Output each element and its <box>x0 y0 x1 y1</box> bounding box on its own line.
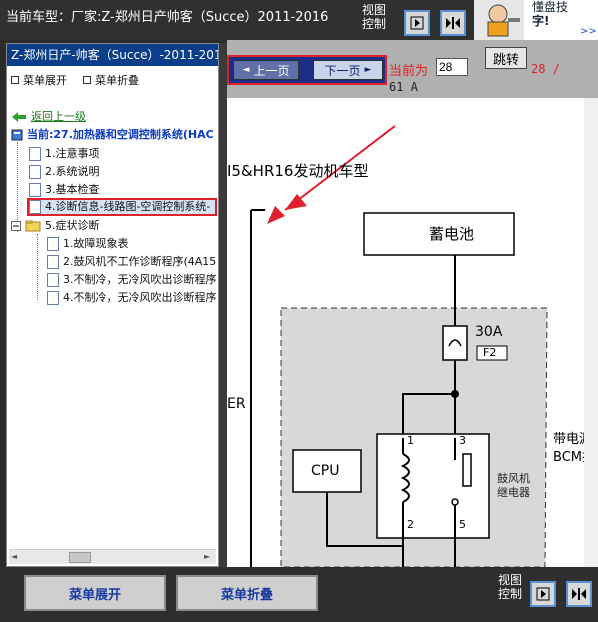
relay-pin-1: 1 <box>407 434 414 447</box>
current-section[interactable]: 当前:27.加热器和空调控制系统(HAC <box>11 126 214 144</box>
fuse-rating: 30A <box>475 324 503 340</box>
book-stack-icon <box>11 129 23 141</box>
prev-page-button[interactable]: ◄ 上一页 <box>233 60 299 80</box>
menu-expand-button[interactable]: 菜单展开 <box>24 575 166 611</box>
tree-item-label: 2.系统说明 <box>45 165 100 178</box>
fuse-id: F2 <box>483 346 497 359</box>
fuse-box <box>442 325 468 361</box>
split-arrows-icon <box>446 17 460 29</box>
next-page-label: 下一页 <box>324 63 361 78</box>
menu-collapse-link[interactable]: 菜单折叠 <box>83 72 139 88</box>
expand-icon <box>11 76 19 84</box>
document-icon <box>29 200 41 214</box>
view-single-button-bottom[interactable] <box>530 581 556 607</box>
cpu-label: CPU <box>311 463 340 479</box>
menu-collapse-label: 菜单折叠 <box>95 74 139 87</box>
current-section-label: 当前:27.加热器和空调控制系统(HAC <box>27 128 214 141</box>
engine-type-label: I5&HR16发动机车型 <box>227 162 369 180</box>
document-icon <box>47 255 59 269</box>
relay-label-2: 继电器 <box>497 486 530 499</box>
tree-folder[interactable]: 5.症状诊断 <box>11 217 100 235</box>
bottom-bar: 菜单展开 菜单折叠 视图控制 <box>0 567 598 622</box>
menu-tree-panel: Z-郑州日产-帅客（Succe）-2011-2016 菜单展开 菜单折叠 返回上… <box>6 43 219 567</box>
tree-subitem[interactable]: 1.故障现象表 <box>47 235 129 253</box>
tree-guide-line <box>37 234 39 300</box>
view-single-button[interactable] <box>404 10 430 36</box>
document-icon <box>29 165 41 179</box>
tree-item-label: 4.不制冷，无冷风吹出诊断程序 <box>63 291 217 304</box>
tree-item-label: 2.鼓风机不工作诊断程序(4A15 <box>63 255 217 268</box>
car-model-title: 当前车型：厂家:Z-郑州日产帅客（Succe）2011-2016 <box>6 10 329 25</box>
relay-pin-5: 5 <box>459 518 466 531</box>
battery-label: 蓄电池 <box>429 225 475 243</box>
page-number-input[interactable] <box>436 58 468 76</box>
menu-expand-label: 菜单展开 <box>23 74 67 87</box>
document-icon <box>47 237 59 251</box>
tree-subitem[interactable]: 4.不制冷，无冷风吹出诊断程序 <box>47 289 217 307</box>
diagram-panel: ◄ 上一页 下一页 ► 当前为 跳转 28 / 61 A <box>227 40 598 567</box>
relay-pin-2: 2 <box>407 518 414 531</box>
document-icon <box>29 183 41 197</box>
tree-item-label: 3.基本检查 <box>45 183 100 196</box>
document-icon <box>47 291 59 305</box>
promo-link[interactable]: >> <box>580 26 597 37</box>
tree-item-label: 1.注意事项 <box>45 147 100 160</box>
tree-item[interactable]: 3.基本检查 <box>29 181 100 199</box>
jump-button[interactable]: 跳转 <box>485 47 527 69</box>
promo-text-2: 字! <box>532 14 550 28</box>
menu-collapse-button[interactable]: 菜单折叠 <box>176 575 318 611</box>
arrow-right-icon <box>536 587 550 601</box>
relay-pin-3: 3 <box>459 434 466 447</box>
relay-armature <box>462 453 472 487</box>
prev-page-label: 上一页 <box>253 63 290 78</box>
tree-item-label: 3.不制冷，无冷风吹出诊断程序 <box>63 273 217 286</box>
promo-banner[interactable]: 懂盘技 字! >> <box>474 0 598 40</box>
next-page-button[interactable]: 下一页 ► <box>313 60 383 80</box>
split-arrows-icon <box>572 588 586 600</box>
tree-subitem[interactable]: 2.鼓风机不工作诊断程序(4A15 <box>47 253 216 271</box>
scroll-left-icon[interactable]: ◄ <box>11 552 21 562</box>
view-control-label: 视图控制 <box>362 3 387 31</box>
horizontal-scrollbar[interactable]: ◄ ► <box>9 549 216 564</box>
relay-contact <box>451 498 459 506</box>
document-icon <box>29 147 41 161</box>
collapse-icon <box>83 76 91 84</box>
back-arrow-icon <box>12 112 26 122</box>
document-icon <box>47 273 59 287</box>
tree-subitem[interactable]: 3.不制冷，无冷风吹出诊断程序 <box>47 271 217 289</box>
tree-item[interactable]: 2.系统说明 <box>29 163 100 181</box>
view-split-button-bottom[interactable] <box>566 581 592 607</box>
page-total-2: 61 A <box>389 80 418 94</box>
folder-open-icon <box>25 220 41 232</box>
tree-item-label: 1.故障现象表 <box>63 237 129 250</box>
relay-box <box>376 433 490 539</box>
prev-arrow-icon: ◄ <box>242 65 250 75</box>
vertical-scrollbar[interactable] <box>584 98 598 567</box>
tree-item-selected[interactable]: 4.诊断信息-线路图-空调控制系统- <box>27 198 217 216</box>
view-control-label-bottom: 视图控制 <box>498 573 523 601</box>
menu-panel-title: Z-郑州日产-帅客（Succe）-2011-2016 <box>7 44 218 66</box>
scrollbar-thumb[interactable] <box>69 552 91 563</box>
menu-expand-link[interactable]: 菜单展开 <box>11 72 67 88</box>
page-total: 28 / <box>531 62 560 76</box>
back-link[interactable]: 返回上一级 <box>11 108 86 126</box>
collapse-minus-icon <box>11 221 21 231</box>
tree-item[interactable]: 1.注意事项 <box>29 145 100 163</box>
panel-splitter[interactable] <box>219 43 227 567</box>
mechanic-mascot-icon <box>474 0 524 40</box>
next-arrow-icon: ► <box>364 65 372 75</box>
left-cut-label: ER <box>227 396 246 412</box>
tree-folder-label: 5.症状诊断 <box>45 219 100 232</box>
view-split-button[interactable] <box>440 10 466 36</box>
scroll-right-icon[interactable]: ► <box>204 552 214 562</box>
back-link-label: 返回上一级 <box>31 110 86 123</box>
current-page-label: 当前为 <box>389 64 429 79</box>
tree-item-label: 4.诊断信息-线路图-空调控制系统- <box>45 200 211 213</box>
arrow-right-icon <box>410 16 424 30</box>
annotation-arrowhead <box>267 206 285 224</box>
